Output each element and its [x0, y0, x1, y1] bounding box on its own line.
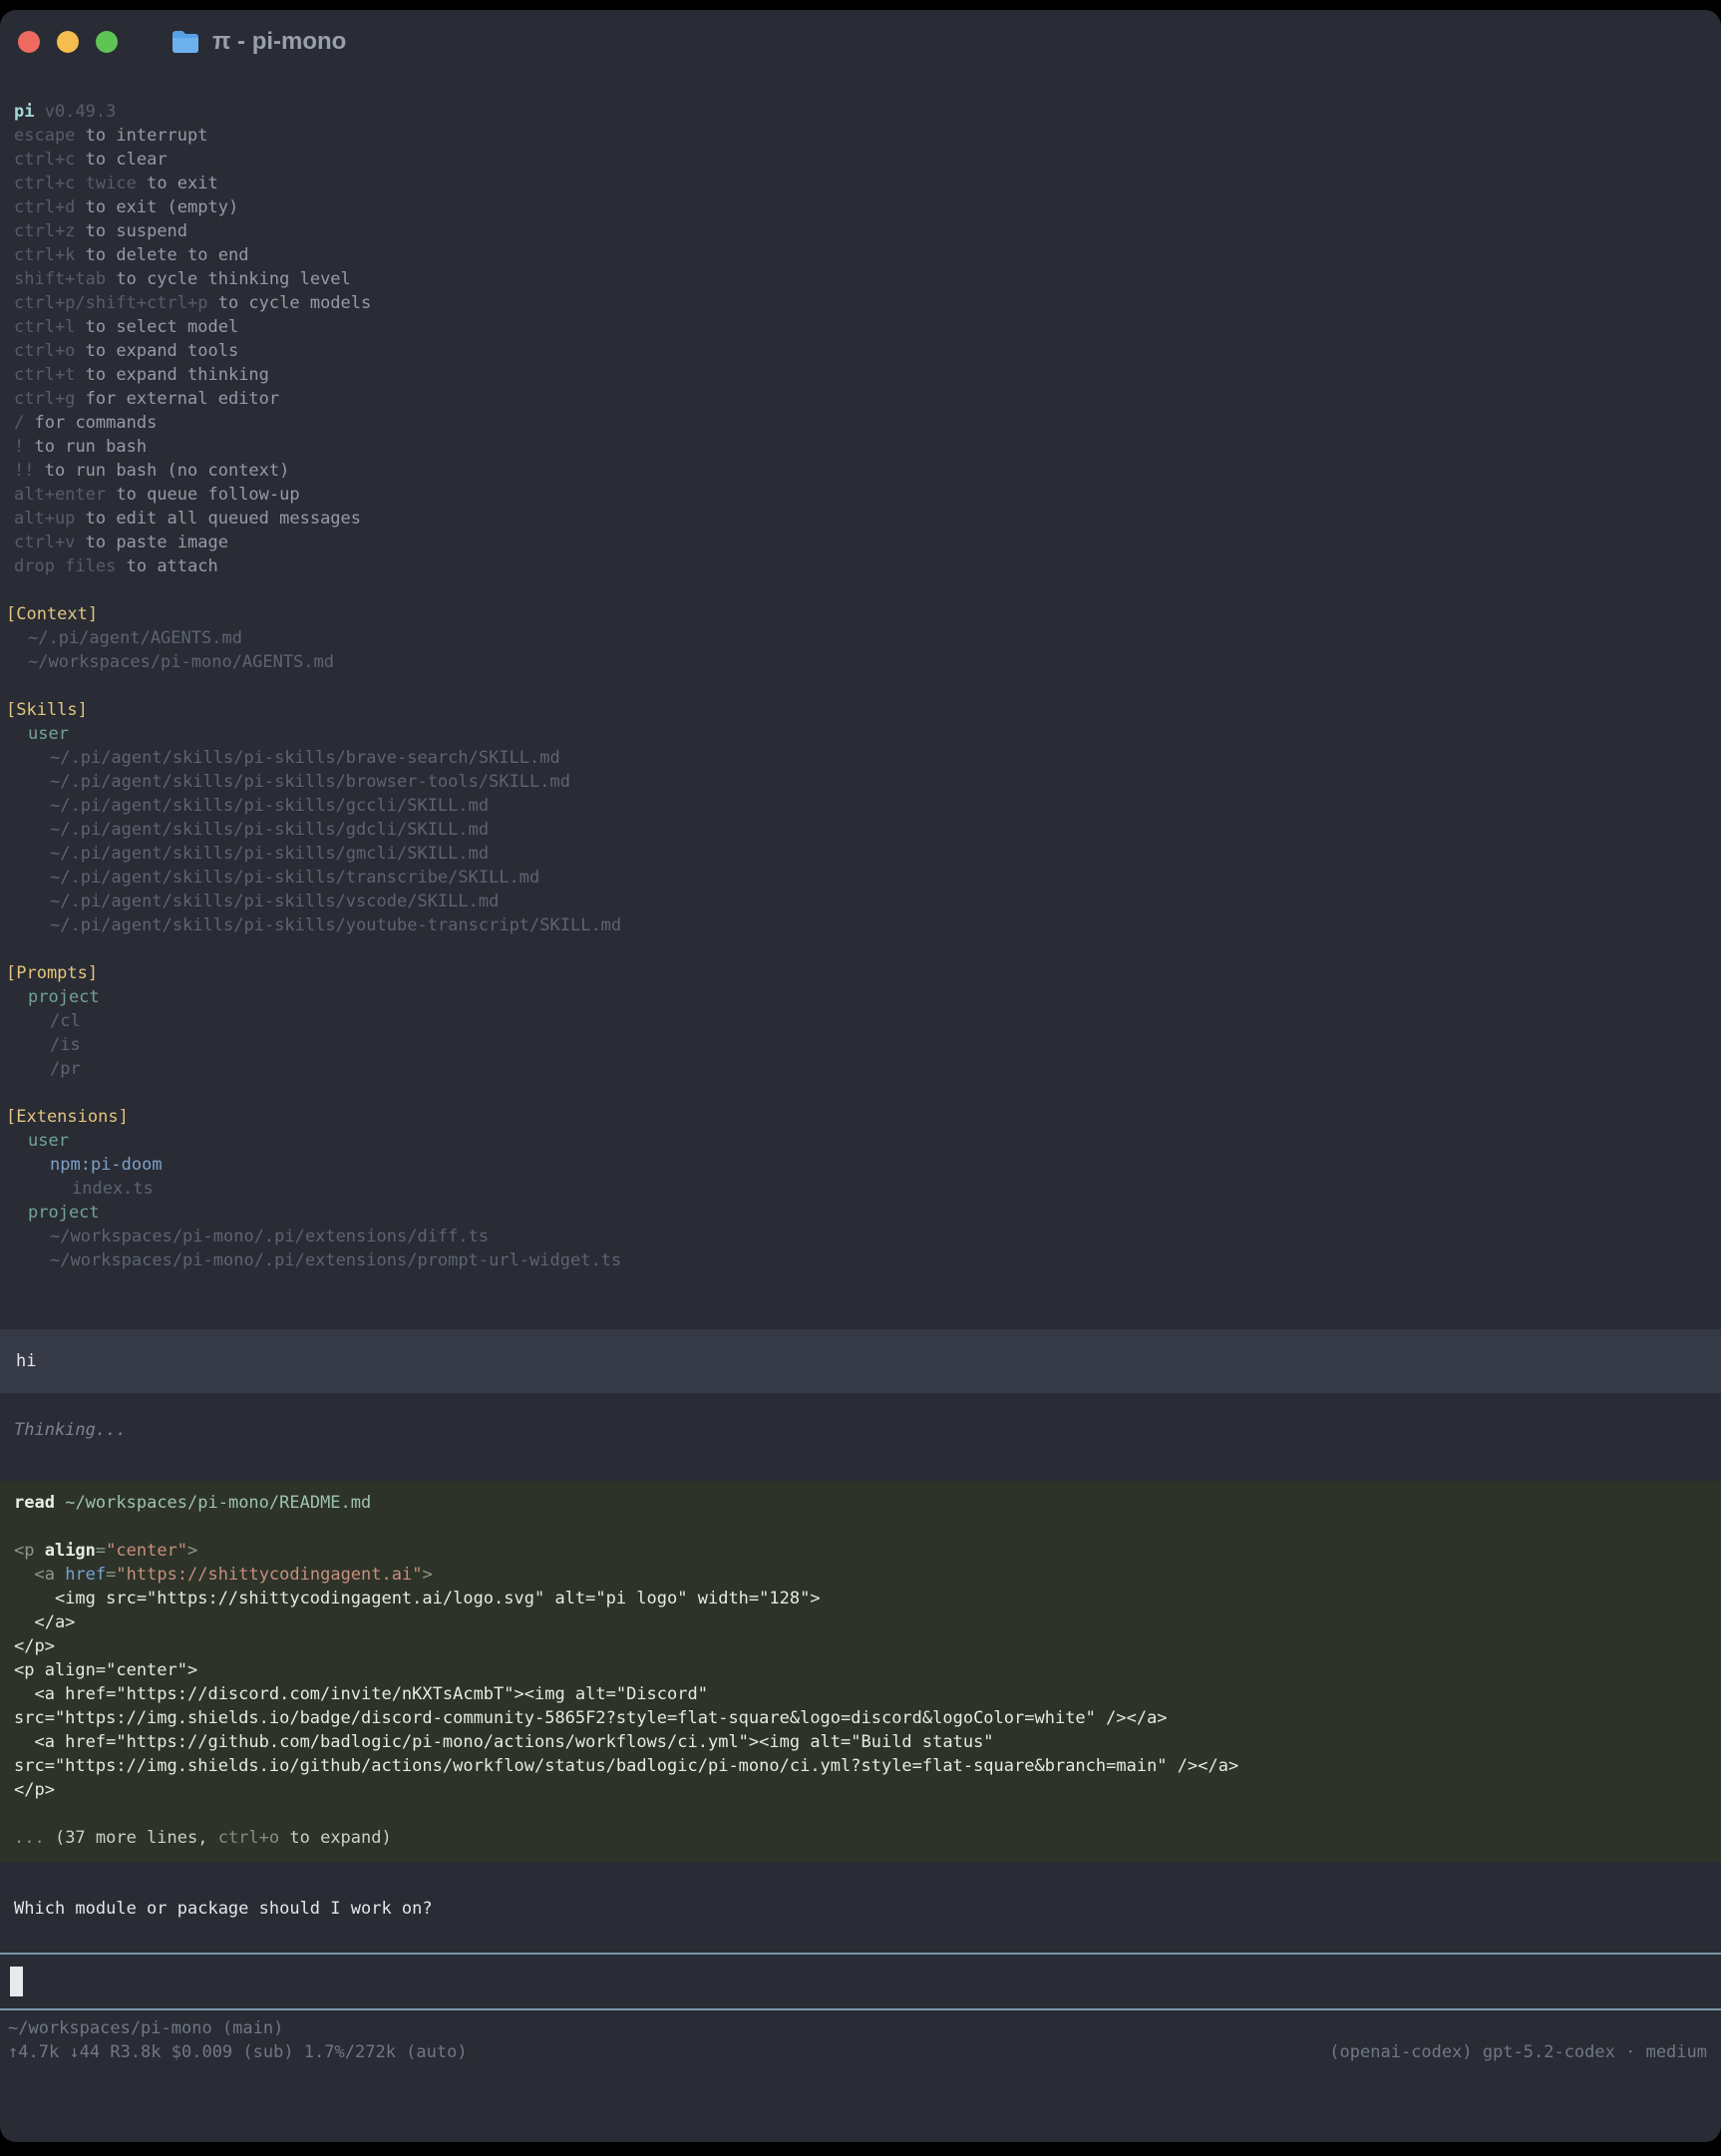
shortcut-line: ctrl+d to exit (empty) [14, 195, 1721, 219]
code-line: <p align="center"> [14, 1658, 1707, 1682]
shortcut-line: ctrl+k to delete to end [14, 243, 1721, 267]
tool-argument: ~/workspaces/pi-mono/README.md [65, 1493, 371, 1513]
skills-paths: ~/.pi/agent/skills/pi-skills/brave-searc… [0, 746, 1721, 937]
shortcut-line: ctrl+v to paste image [14, 531, 1721, 554]
extension-npm-entry: index.ts [0, 1177, 1721, 1201]
tool-output-code: <p align="center"> <a href="https://shit… [14, 1539, 1707, 1802]
user-message-text: hi [16, 1349, 1705, 1373]
thinking-indicator: Thinking... [0, 1418, 1721, 1442]
shortcut-line: shift+tab to cycle thinking level [14, 267, 1721, 291]
shortcut-line: ctrl+c to clear [14, 148, 1721, 172]
app-version: v0.49.3 [45, 102, 117, 122]
file-path: ~/.pi/agent/AGENTS.md [28, 626, 1721, 650]
code-line: src="https://img.shields.io/github/actio… [14, 1754, 1707, 1778]
tool-output: read ~/workspaces/pi-mono/README.md <p a… [0, 1481, 1721, 1862]
extensions-project-scope-label: project [0, 1201, 1721, 1225]
file-path: ~/workspaces/pi-mono/AGENTS.md [28, 650, 1721, 674]
prompt-input[interactable] [0, 1953, 1721, 2010]
shortcut-line: !! to run bash (no context) [14, 459, 1721, 483]
file-path: ~/.pi/agent/skills/pi-skills/transcribe/… [50, 866, 1721, 890]
model-indicator: (openai-codex) gpt-5.2-codex · medium [1329, 2040, 1707, 2064]
shortcut-line: ctrl+c twice to exit [14, 172, 1721, 195]
shortcut-line: alt+enter to queue follow-up [14, 483, 1721, 507]
file-path: ~/.pi/agent/skills/pi-skills/youtube-tra… [50, 913, 1721, 937]
prompts-section-title: [Prompts] [0, 961, 1721, 985]
code-line: </p> [14, 1778, 1707, 1802]
folder-icon [171, 29, 200, 55]
code-line: <a href="https://shittycodingagent.ai"> [14, 1563, 1707, 1587]
file-path: ~/.pi/agent/skills/pi-skills/vscode/SKIL… [50, 890, 1721, 913]
code-line: <a href="https://github.com/badlogic/pi-… [14, 1730, 1707, 1754]
code-line: <p align="center"> [14, 1539, 1707, 1563]
file-path: /is [50, 1033, 1721, 1057]
window-title: π - pi-mono [212, 28, 346, 56]
extensions-section-title: [Extensions] [0, 1105, 1721, 1129]
tool-call-header: read ~/workspaces/pi-mono/README.md [14, 1491, 1707, 1515]
shortcut-help: escape to interruptctrl+c to clearctrl+c… [0, 124, 1721, 578]
user-message: hi [0, 1329, 1721, 1393]
file-path: ~/.pi/agent/skills/pi-skills/browser-too… [50, 770, 1721, 794]
context-section-title: [Context] [0, 602, 1721, 626]
file-path: /cl [50, 1009, 1721, 1033]
skills-section-title: [Skills] [0, 698, 1721, 722]
shortcut-line: escape to interrupt [14, 124, 1721, 148]
shortcut-line: ctrl+p/shift+ctrl+p to cycle models [14, 291, 1721, 315]
terminal-content: pi v0.49.3 escape to interruptctrl+c to … [0, 74, 1721, 2064]
assistant-message: Which module or package should I work on… [0, 1897, 1721, 1921]
extension-npm-package: npm:pi-doom [0, 1153, 1721, 1177]
app-banner: pi v0.49.3 [0, 100, 1721, 124]
file-path: /pr [50, 1057, 1721, 1081]
file-path: ~/.pi/agent/skills/pi-skills/gdcli/SKILL… [50, 818, 1721, 842]
truncation-note: ... (37 more lines, ctrl+o to expand) [14, 1826, 1707, 1850]
text-cursor-icon [10, 1967, 23, 1996]
code-line: <img src="https://shittycodingagent.ai/l… [14, 1587, 1707, 1611]
shortcut-line: ctrl+z to suspend [14, 219, 1721, 243]
shortcut-line: ctrl+o to expand tools [14, 339, 1721, 363]
code-line: </a> [14, 1611, 1707, 1634]
prompt-commands: /cl/is/pr [0, 1009, 1721, 1081]
zoom-icon[interactable] [96, 31, 118, 53]
shortcut-line: ctrl+t to expand thinking [14, 363, 1721, 387]
file-path: ~/.pi/agent/skills/pi-skills/brave-searc… [50, 746, 1721, 770]
prompts-scope-label: project [0, 985, 1721, 1009]
shortcut-line: alt+up to edit all queued messages [14, 507, 1721, 531]
status-bar: ~/workspaces/pi-mono (main) ↑4.7k ↓44 R3… [0, 2016, 1721, 2064]
code-line: <a href="https://discord.com/invite/nKXT… [14, 1682, 1707, 1706]
minimize-icon[interactable] [57, 31, 79, 53]
file-path: ~/.pi/agent/skills/pi-skills/gccli/SKILL… [50, 794, 1721, 818]
code-line: </p> [14, 1634, 1707, 1658]
shortcut-line: ctrl+l to select model [14, 315, 1721, 339]
terminal-window: π - pi-mono pi v0.49.3 escape to interru… [0, 10, 1721, 2142]
close-icon[interactable] [18, 31, 40, 53]
shortcut-line: / for commands [14, 411, 1721, 435]
file-path: ~/.pi/agent/skills/pi-skills/gmcli/SKILL… [50, 842, 1721, 866]
code-line: src="https://img.shields.io/badge/discor… [14, 1706, 1707, 1730]
extensions-user-scope-label: user [0, 1129, 1721, 1153]
shortcut-line: ctrl+g for external editor [14, 387, 1721, 411]
token-cost-stats: ↑4.7k ↓44 R3.8k $0.009 (sub) 1.7%/272k (… [8, 2040, 468, 2064]
shortcut-line: ! to run bash [14, 435, 1721, 459]
title-bar: π - pi-mono [0, 10, 1721, 74]
file-path: ~/workspaces/pi-mono/.pi/extensions/prom… [50, 1249, 1721, 1272]
file-path: ~/workspaces/pi-mono/.pi/extensions/diff… [50, 1225, 1721, 1249]
skills-scope-label: user [0, 722, 1721, 746]
context-paths: ~/.pi/agent/AGENTS.md~/workspaces/pi-mon… [0, 626, 1721, 674]
tool-name: read [14, 1493, 55, 1513]
extension-project-paths: ~/workspaces/pi-mono/.pi/extensions/diff… [0, 1225, 1721, 1272]
shortcut-line: drop files to attach [14, 554, 1721, 578]
app-name: pi [14, 102, 34, 122]
cwd-branch-status: ~/workspaces/pi-mono (main) [8, 2016, 1707, 2040]
